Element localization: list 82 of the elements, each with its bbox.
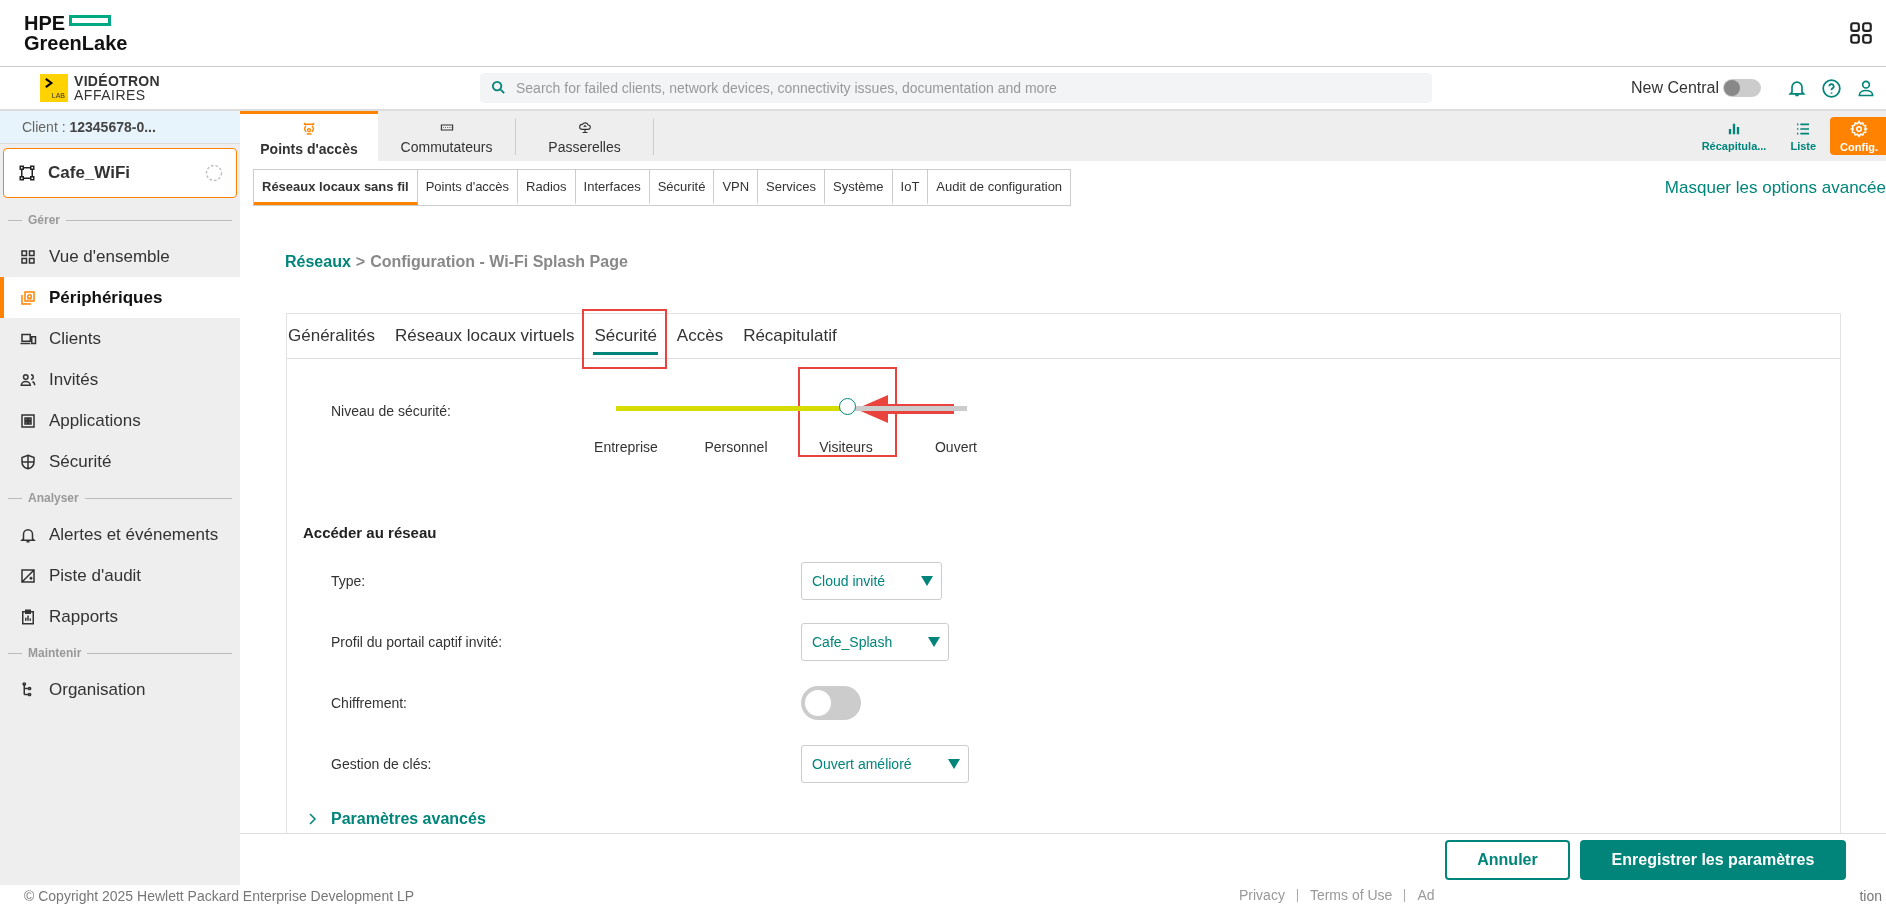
field-label: Niveau de sécurité:	[331, 403, 452, 419]
encryption-toggle[interactable]	[801, 685, 861, 720]
section-title: Accéder au réseau	[302, 523, 438, 543]
dropdown[interactable]: Ouvert amélioré	[801, 744, 969, 783]
new-central-toggle[interactable]	[1723, 79, 1761, 97]
config-tab[interactable]: Audit de configuration	[928, 170, 1071, 205]
slider-thumb[interactable]	[838, 398, 856, 415]
section-heading: Gérer	[28, 213, 61, 227]
config-tab[interactable]: Sécurité	[649, 170, 715, 205]
level-label: Entreprise	[593, 439, 659, 455]
nav-item[interactable]: Organisation	[0, 669, 240, 710]
search-field[interactable]: Search for failed clients, network devices, connectivity issues, documentation and more	[480, 73, 1432, 103]
search-icon	[490, 79, 507, 96]
nav-item[interactable]: Sécurité	[0, 441, 240, 482]
nav-item[interactable]: Applications	[0, 400, 240, 441]
stacked-squares-icon	[19, 288, 37, 307]
level-label: Ouvert	[934, 439, 978, 455]
user-icon[interactable]	[1856, 78, 1876, 98]
dropdown-arrow-icon	[947, 757, 960, 770]
device-tab[interactable]: Commutateurs	[378, 117, 516, 155]
level-label: Visiteurs	[818, 439, 874, 455]
field-label: Chiffrement:	[331, 694, 408, 711]
wizard-tab[interactable]: Accès	[675, 314, 725, 358]
field-label: Gestion de clés:	[331, 755, 433, 772]
greenlake-logo: HPE GreenLake	[24, 13, 128, 53]
config-tab[interactable]: Système	[824, 170, 893, 205]
nav-item[interactable]: Clients	[0, 318, 240, 359]
breadcrumb-current: Configuration - Wi-Fi Splash Page	[370, 253, 628, 271]
dropdown-arrow-icon	[928, 635, 941, 648]
wizard-tab[interactable]: Réseaux locaux virtuels	[393, 314, 576, 358]
apps-icon	[19, 411, 37, 430]
breadcrumb-separator: >	[355, 253, 366, 271]
dropdown[interactable]: Cloud invité	[801, 561, 943, 600]
wizard-tab[interactable]: Récapitulatif	[742, 314, 838, 358]
shield-icon	[19, 452, 37, 471]
device-tab[interactable]: Points d'accès	[240, 111, 378, 161]
footer-text: tion	[1859, 887, 1883, 904]
view-button[interactable]: Récapitula...	[1691, 117, 1777, 155]
topology-icon	[18, 164, 36, 182]
config-tab[interactable]: Interfaces	[575, 170, 650, 205]
report-icon	[19, 607, 37, 626]
audit-icon	[19, 566, 37, 585]
help-icon[interactable]	[1821, 77, 1842, 99]
wizard-tab[interactable]: Généralités	[287, 314, 376, 358]
nav-item[interactable]: Invités	[0, 359, 240, 400]
new-central-label: New Central	[1630, 79, 1719, 97]
site-selector[interactable]: Cafe_WiFi	[3, 148, 237, 198]
hide-advanced-options-link[interactable]: Masquer les options avancée	[1664, 177, 1886, 198]
dropdown-arrow-icon	[921, 574, 934, 587]
wizard-tab[interactable]: Sécurité	[593, 317, 658, 355]
field-label: Type:	[331, 572, 367, 589]
field-label: Profil du portail captif invité:	[331, 633, 504, 650]
cancel-button[interactable]: Annuler	[1445, 839, 1570, 880]
config-tab[interactable]: Services	[758, 170, 825, 205]
config-tab[interactable]: Points d'accès	[417, 170, 519, 205]
security-level-track[interactable]	[616, 406, 967, 411]
advanced-settings-toggle[interactable]: Paramètres avancés	[287, 794, 1840, 828]
config-tab[interactable]: IoT	[892, 170, 929, 205]
config-tab[interactable]: Réseaux locaux sans fil	[254, 170, 418, 205]
breadcrumb-link[interactable]: Réseaux	[285, 253, 351, 271]
view-button[interactable]: Liste	[1780, 117, 1827, 155]
dropdown[interactable]: Cafe_Splash	[801, 622, 950, 661]
copyright-text: © Copyright 2025 Hewlett Packard Enterprise Development LP	[24, 887, 416, 904]
client-label: Client : 12345678-0...	[22, 119, 156, 135]
bell-icon[interactable]	[1787, 78, 1807, 98]
level-label: Personnel	[703, 439, 769, 455]
nav-item[interactable]: Vue d'ensemble	[0, 236, 240, 277]
section-heading: Analyser	[28, 491, 79, 505]
config-tab[interactable]: Radios	[518, 170, 576, 205]
gear-icon	[1850, 119, 1869, 138]
nav-item[interactable]: Périphériques	[0, 277, 240, 318]
save-button[interactable]: Enregistrer les paramètres	[1580, 839, 1846, 880]
device-tab[interactable]: Passerelles	[516, 117, 654, 155]
nav-item[interactable]: Piste d'audit	[0, 555, 240, 596]
grid-icon	[19, 247, 37, 266]
app-grid-icon[interactable]	[1848, 20, 1874, 46]
chevron-icon	[307, 813, 319, 825]
nav-item[interactable]: Alertes et événements	[0, 514, 240, 555]
loading-spinner-icon	[204, 163, 224, 183]
section-heading: Maintenir	[28, 646, 82, 660]
nav-item[interactable]: Rapports	[0, 596, 240, 637]
config-tab[interactable]: VPN	[714, 170, 759, 205]
